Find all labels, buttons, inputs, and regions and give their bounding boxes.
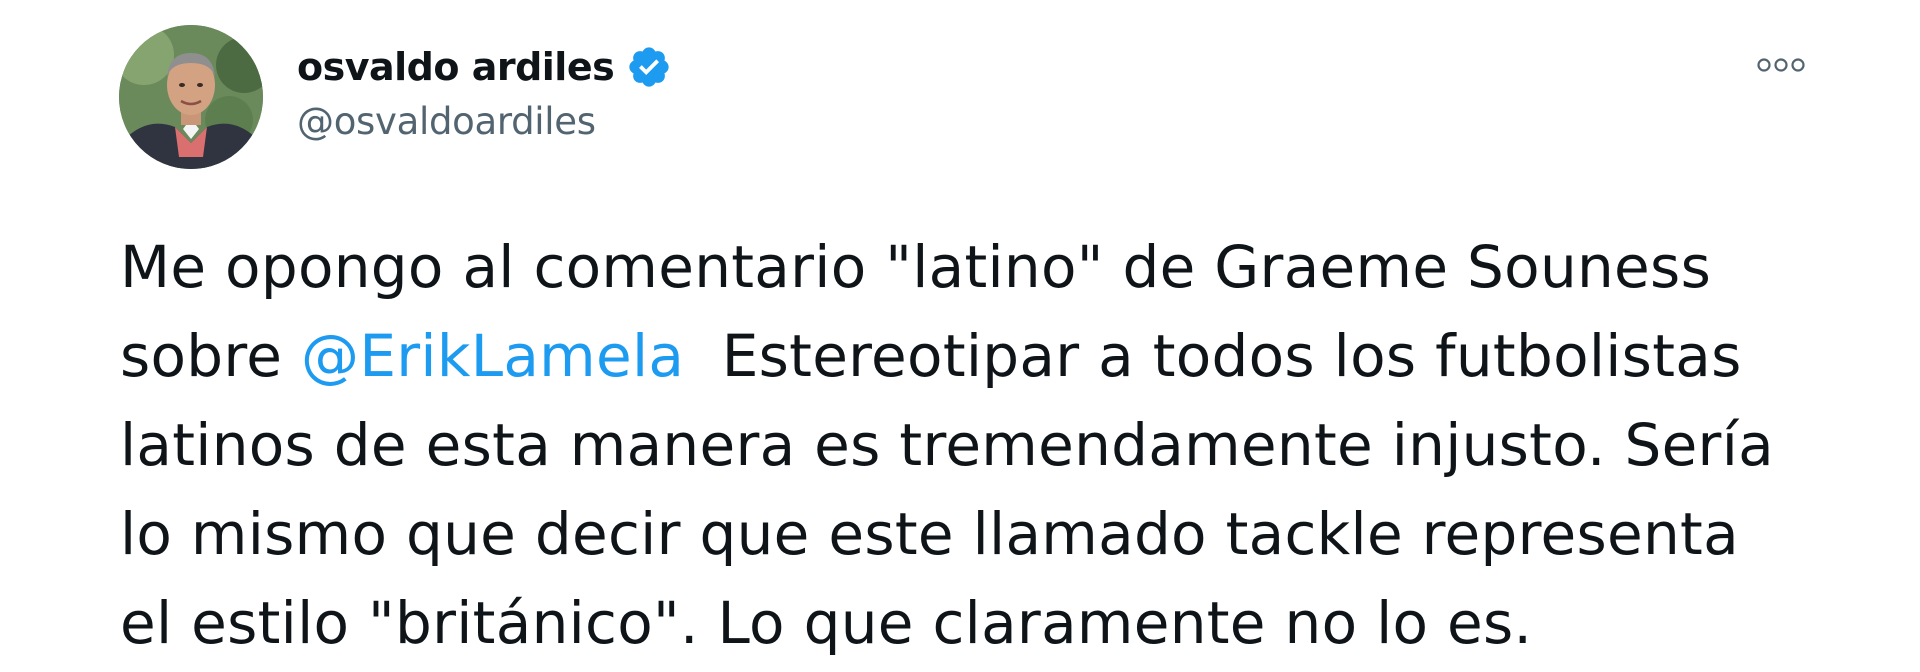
author-name-row: osvaldo ardiles	[297, 40, 672, 94]
tweet-text-line: Me opongo al comentario "latino" de Grae…	[120, 233, 1712, 301]
author-handle[interactable]: @osvaldoardiles	[297, 100, 596, 143]
tweet-text-line: sobre @ErikLamela Estereotipar a todos l…	[120, 312, 1900, 401]
verified-badge-icon	[629, 47, 669, 87]
tweet-text-line: lo mismo que decir que este llamado tack…	[120, 500, 1739, 568]
author-avatar[interactable]	[119, 25, 263, 169]
tweet-text-line: el estilo "británico". Lo que claramente…	[120, 589, 1533, 657]
tweet-card: osvaldo ardiles @osvaldoardiles Me opong…	[0, 0, 1920, 672]
author-name[interactable]: osvaldo ardiles	[297, 45, 615, 89]
tweet-text-segment: Estereotipar a todos los futbolistas	[684, 322, 1742, 390]
more-options-button[interactable]	[1752, 48, 1810, 82]
tweet-text: Me opongo al comentario "latino" de Grae…	[120, 223, 1900, 668]
tweet-text-segment: sobre	[120, 322, 302, 390]
avatar-image	[119, 25, 263, 169]
more-options-icon	[1757, 58, 1805, 72]
tweet-text-line: latinos de esta manera es tremendamente …	[120, 411, 1774, 479]
mention-link[interactable]: @ErikLamela	[301, 322, 684, 390]
